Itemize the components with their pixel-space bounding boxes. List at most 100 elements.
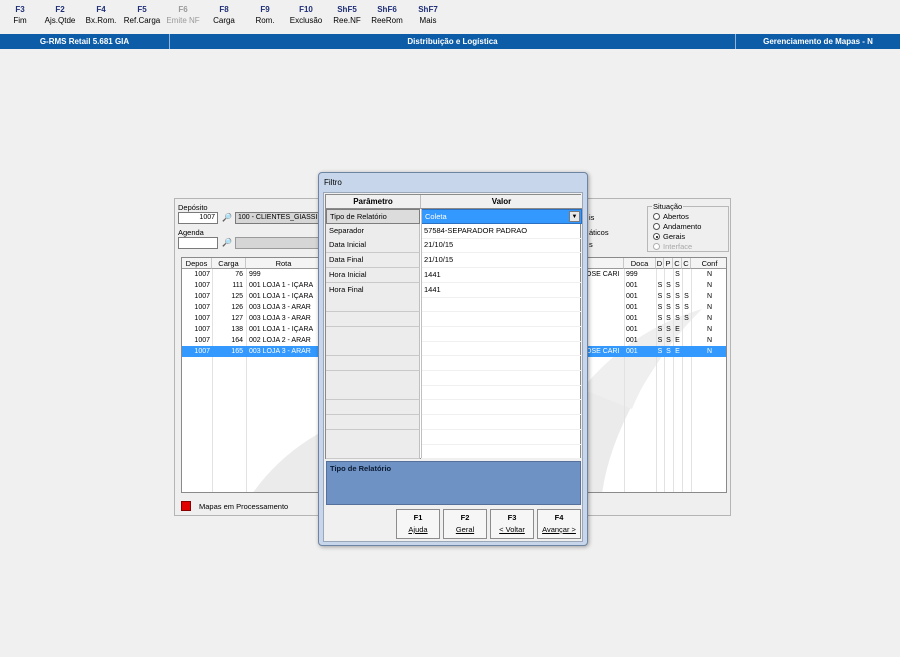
dialog-body: Parâmetro Valor Tipo de Relatório Coleta ▼… — [323, 192, 583, 542]
button-label: Ree.NF — [333, 16, 361, 25]
parameter-name: Data Final — [326, 253, 420, 269]
toolbar-button-bx-rom[interactable]: F4 Bx.Rom. — [81, 5, 121, 27]
parameter-name — [326, 400, 420, 416]
parameter-value — [421, 371, 582, 386]
cell-c2 — [682, 335, 691, 346]
parameter-value[interactable]: 1441 — [421, 283, 582, 298]
cell-c1: S — [675, 271, 680, 278]
binoculars-icon[interactable]: 🔎 — [221, 238, 233, 248]
parameter-row[interactable]: Data Inicial 21/10/15 — [326, 238, 582, 254]
column-header-rota[interactable]: Rota — [246, 258, 322, 269]
cell-rota: 001 LOJA 1 - IÇARA — [249, 326, 314, 333]
radio-andamento[interactable]: Andamento — [653, 222, 701, 231]
cell-p — [664, 269, 673, 280]
button-label: Mais — [419, 16, 437, 25]
parameter-row[interactable]: Separador 57584-SEPARADOR PADRAO — [326, 223, 582, 239]
parameter-row — [326, 400, 582, 416]
parameter-row — [326, 385, 582, 401]
radio-icon — [653, 243, 660, 250]
column-header-p[interactable]: P — [664, 258, 673, 269]
help-button[interactable]: F1 Ajuda — [396, 509, 440, 539]
parameter-value — [421, 327, 582, 342]
radio-abertos[interactable]: Abertos — [653, 212, 689, 221]
column-header-conf[interactable]: Conf — [691, 258, 726, 269]
cell-depos: 1007 — [194, 293, 210, 300]
toolbar-button-ajs-qtde[interactable]: F2 Ajs.Qtde — [40, 5, 80, 27]
title-bar: G-RMS Retail 5.681 GIA Distribuição e Lo… — [0, 34, 900, 49]
cell-conf: N — [706, 293, 713, 300]
parameter-row — [326, 311, 582, 327]
button-label: Rom. — [255, 16, 275, 25]
parameter-name — [326, 414, 420, 430]
cell-p: S — [666, 315, 671, 322]
tipo-relatorio-dropdown[interactable]: Coleta ▼ — [421, 209, 582, 224]
parameter-value — [421, 444, 582, 460]
binoculars-icon[interactable]: 🔎 — [221, 213, 233, 223]
column-header-d[interactable]: D — [656, 258, 664, 269]
key-label: ShF6 — [377, 5, 397, 14]
parameter-row — [326, 356, 582, 371]
column-header-c[interactable]: C — [682, 258, 691, 269]
toolbar-button-ree-nf[interactable]: ShF5 Ree.NF — [327, 5, 367, 27]
cell-rota: 003 LOJA 3 - ARAR — [249, 348, 311, 355]
cell-p: S — [666, 282, 671, 289]
deposito-input[interactable]: 1007 — [178, 212, 218, 224]
column-header-depos[interactable]: Depos — [182, 258, 212, 269]
toolbar-button-mais[interactable]: ShF7 Mais — [408, 5, 448, 27]
column-header-c[interactable]: C — [673, 258, 682, 269]
cell-rota: 999 — [249, 271, 261, 278]
cell-carga: 127 — [231, 315, 243, 322]
cell-p: S — [666, 293, 671, 300]
button-label: Geral — [455, 525, 475, 534]
toolbar-button-emite-nf[interactable]: F6 Emite NF — [163, 5, 203, 27]
parameter-row — [326, 370, 582, 386]
toolbar-button-exclusao[interactable]: F10 Exclusão — [286, 5, 326, 27]
radio-label: Interface — [663, 242, 693, 251]
chevron-down-icon[interactable]: ▼ — [569, 211, 580, 222]
cell-conf: N — [706, 304, 713, 311]
toolbar-button-carga[interactable]: F8 Carga — [204, 5, 244, 27]
parameter-row[interactable]: Tipo de Relatório Coleta ▼ — [326, 209, 582, 224]
next-button[interactable]: F4 Avançar > — [537, 509, 581, 539]
radio-gerais[interactable]: Gerais — [653, 232, 685, 241]
agenda-description — [235, 237, 321, 249]
cell-c1: E — [675, 348, 680, 355]
column-header-doca[interactable]: Doca — [624, 258, 656, 269]
app-title: G-RMS Retail 5.681 GIA — [0, 34, 170, 49]
cell-d: S — [657, 304, 663, 311]
agenda-label: Agenda — [178, 228, 204, 237]
key-label: F9 — [260, 5, 270, 14]
agenda-input[interactable] — [178, 237, 218, 249]
cell-extra — [586, 302, 624, 313]
key-label: F2 — [55, 5, 65, 14]
parameter-value[interactable]: 21/10/15 — [421, 253, 582, 269]
parameter-value[interactable]: 21/10/15 — [421, 238, 582, 254]
cell-depos: 1007 — [194, 271, 210, 278]
cell-extra — [586, 280, 624, 291]
parameter-row — [326, 414, 582, 430]
parameter-row[interactable]: Hora Inicial 1441 — [326, 267, 582, 283]
parameter-row — [326, 444, 582, 460]
parameter-row[interactable]: Hora Final 1441 — [326, 282, 582, 298]
key-label: F10 — [299, 5, 313, 14]
general-button[interactable]: F2 Geral — [443, 509, 487, 539]
key-label: F1 — [413, 513, 423, 522]
cell-doca: 001 — [626, 348, 638, 355]
parameter-value[interactable]: 1441 — [421, 268, 582, 283]
option-label: is — [589, 213, 595, 222]
cell-rota: 003 LOJA 3 - ARAR — [249, 315, 311, 322]
parameter-value — [421, 385, 582, 401]
parameter-value[interactable]: 57584-SEPARADOR PADRAO — [421, 224, 582, 239]
radio-interface[interactable]: Interface — [653, 242, 692, 251]
column-header-carga[interactable]: Carga — [212, 258, 246, 269]
option-label: áticos — [589, 228, 609, 237]
radio-checked-icon — [653, 233, 660, 240]
toolbar-button-fim[interactable]: F3 Fim — [0, 5, 40, 27]
toolbar-button-reerom[interactable]: ShF6 ReeRom — [367, 5, 407, 27]
back-button[interactable]: F3 < Voltar — [490, 509, 534, 539]
cell-doca: 001 — [626, 293, 638, 300]
toolbar-button-ref-carga[interactable]: F5 Ref.Carga — [122, 5, 162, 27]
parameter-value-text: 21/10/15 — [424, 255, 454, 265]
parameter-row[interactable]: Data Final 21/10/15 — [326, 253, 582, 269]
toolbar-button-rom[interactable]: F9 Rom. — [245, 5, 285, 27]
